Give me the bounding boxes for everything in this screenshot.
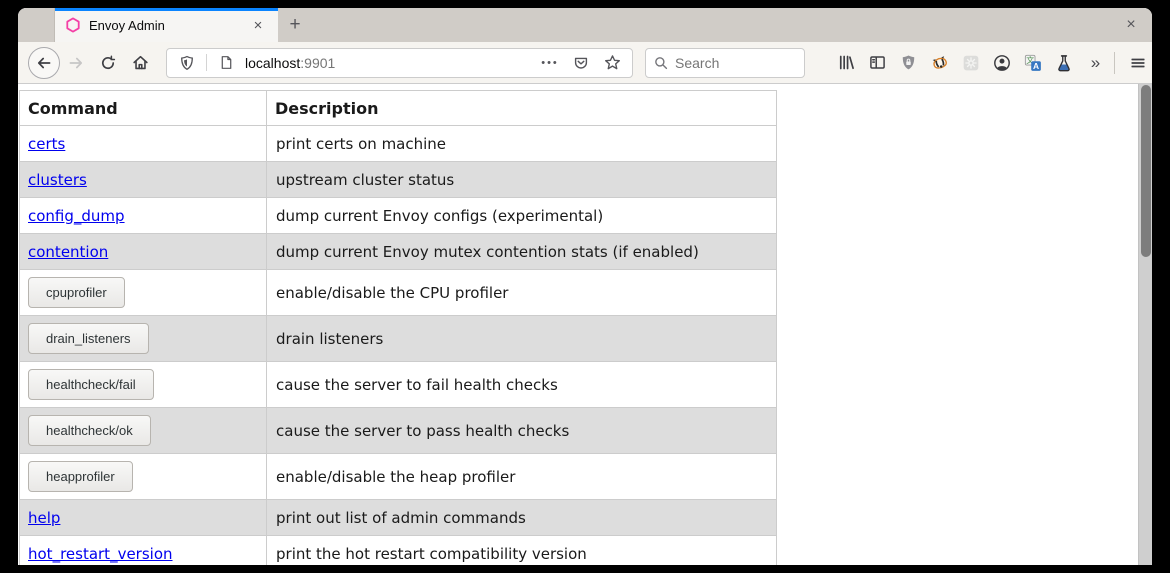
description-cell: enable/disable the CPU profiler bbox=[267, 270, 777, 316]
description-cell: dump current Envoy mutex contention stat… bbox=[267, 234, 777, 270]
account-icon[interactable] bbox=[986, 47, 1017, 79]
table-row: help print out list of admin commands bbox=[20, 500, 777, 536]
command-cell: heapprofiler bbox=[20, 454, 267, 500]
scrollbar[interactable] bbox=[1138, 84, 1152, 565]
home-icon[interactable] bbox=[124, 47, 156, 79]
toolbar-separator bbox=[1114, 52, 1115, 74]
page-info-icon[interactable] bbox=[214, 55, 238, 70]
bookmark-star-icon[interactable] bbox=[600, 54, 624, 71]
command-button-healthcheck/ok[interactable]: healthcheck/ok bbox=[28, 415, 151, 446]
forward-button[interactable] bbox=[60, 47, 92, 79]
description-cell: print the hot restart compatibility vers… bbox=[267, 536, 777, 566]
table-row: contention dump current Envoy mutex conte… bbox=[20, 234, 777, 270]
description-cell: print out list of admin commands bbox=[267, 500, 777, 536]
table-row: hot_restart_version print the hot restart… bbox=[20, 536, 777, 566]
table-row: healthcheck/fail cause the server to fail… bbox=[20, 362, 777, 408]
description-cell: drain listeners bbox=[267, 316, 777, 362]
urlbar-divider bbox=[206, 54, 207, 71]
search-input[interactable] bbox=[675, 55, 775, 71]
description-cell: cause the server to fail health checks bbox=[267, 362, 777, 408]
sidebar-toggle-icon[interactable] bbox=[862, 47, 893, 79]
command-button-heapprofiler[interactable]: heapprofiler bbox=[28, 461, 133, 492]
command-button-drain_listeners[interactable]: drain_listeners bbox=[28, 323, 149, 354]
library-icon[interactable] bbox=[831, 47, 862, 79]
titlebar-drag-spacer bbox=[18, 8, 55, 42]
table-row: heapprofiler enable/disable the heap prof… bbox=[20, 454, 777, 500]
table-row: config_dump dump current Envoy configs (e… bbox=[20, 198, 777, 234]
hamburger-menu-icon[interactable] bbox=[1119, 47, 1152, 79]
window-close-icon[interactable]: × bbox=[1110, 8, 1152, 42]
search-box bbox=[645, 48, 805, 78]
command-link-help[interactable]: help bbox=[28, 509, 60, 527]
pocket-icon[interactable] bbox=[569, 55, 593, 71]
shield-lock-extension-icon[interactable] bbox=[893, 47, 924, 79]
tab-envoy-admin[interactable]: Envoy Admin × bbox=[55, 8, 278, 42]
command-cell: clusters bbox=[20, 162, 267, 198]
command-cell: healthcheck/fail bbox=[20, 362, 267, 408]
command-cell: contention bbox=[20, 234, 267, 270]
reload-icon[interactable] bbox=[92, 47, 124, 79]
url-bar[interactable]: localhost:9901 ••• bbox=[166, 48, 633, 78]
command-link-clusters[interactable]: clusters bbox=[28, 171, 87, 189]
command-cell: cpuprofiler bbox=[20, 270, 267, 316]
command-link-certs[interactable]: certs bbox=[28, 135, 65, 153]
tab-title: Envoy Admin bbox=[89, 18, 240, 33]
table-row: healthcheck/ok cause the server to pass h… bbox=[20, 408, 777, 454]
command-link-hot_restart_version[interactable]: hot_restart_version bbox=[28, 545, 173, 563]
page-actions-icon[interactable]: ••• bbox=[538, 57, 562, 69]
url-host: localhost bbox=[245, 55, 300, 71]
back-button[interactable] bbox=[28, 47, 60, 79]
command-button-healthcheck/fail[interactable]: healthcheck/fail bbox=[28, 369, 154, 400]
table-row: drain_listeners drain listeners bbox=[20, 316, 777, 362]
flask-extension-icon[interactable] bbox=[1048, 47, 1079, 79]
table-header-row: Command Description bbox=[20, 91, 777, 126]
command-link-config_dump[interactable]: config_dump bbox=[28, 207, 125, 225]
tab-bar: Envoy Admin × + × bbox=[18, 8, 1152, 42]
command-button-cpuprofiler[interactable]: cpuprofiler bbox=[28, 277, 125, 308]
description-cell: upstream cluster status bbox=[267, 162, 777, 198]
table-row: cpuprofiler enable/disable the CPU profil… bbox=[20, 270, 777, 316]
description-cell: cause the server to pass health checks bbox=[267, 408, 777, 454]
tab-close-icon[interactable]: × bbox=[248, 17, 268, 34]
search-icon bbox=[654, 56, 668, 70]
new-tab-button[interactable]: + bbox=[278, 8, 312, 42]
navigation-toolbar: localhost:9901 ••• bbox=[18, 42, 1152, 84]
tracking-protection-shield-icon[interactable] bbox=[175, 55, 199, 71]
column-header-description: Description bbox=[267, 91, 777, 126]
command-link-contention[interactable]: contention bbox=[28, 243, 108, 261]
column-header-command: Command bbox=[20, 91, 267, 126]
command-cell: certs bbox=[20, 126, 267, 162]
toolbar-icons: 文 A » bbox=[831, 47, 1110, 79]
url-port: :9901 bbox=[300, 55, 335, 71]
scrollbar-thumb[interactable] bbox=[1141, 85, 1151, 257]
browser-window: Envoy Admin × + × bbox=[18, 8, 1152, 565]
admin-command-table: Command Description certs print certs on … bbox=[19, 90, 777, 565]
table-row: certs print certs on machine bbox=[20, 126, 777, 162]
command-cell: help bbox=[20, 500, 267, 536]
command-table-body: certs print certs on machine clusters upstr… bbox=[20, 126, 777, 566]
privacy-badger-extension-icon[interactable] bbox=[924, 47, 955, 79]
command-cell: hot_restart_version bbox=[20, 536, 267, 566]
description-cell: dump current Envoy configs (experimental… bbox=[267, 198, 777, 234]
description-cell: print certs on machine bbox=[267, 126, 777, 162]
page-content: Command Description certs print certs on … bbox=[18, 84, 1152, 565]
translate-extension-icon[interactable]: 文 A bbox=[1017, 47, 1048, 79]
table-row: clusters upstream cluster status bbox=[20, 162, 777, 198]
overflow-chevron-icon[interactable]: » bbox=[1079, 47, 1110, 79]
svg-text:A: A bbox=[1032, 60, 1038, 70]
command-cell: drain_listeners bbox=[20, 316, 267, 362]
disabled-extension-grid-icon[interactable] bbox=[955, 47, 986, 79]
command-cell: config_dump bbox=[20, 198, 267, 234]
command-cell: healthcheck/ok bbox=[20, 408, 267, 454]
url-text: localhost:9901 bbox=[245, 55, 531, 71]
envoy-favicon-icon bbox=[65, 17, 81, 33]
description-cell: enable/disable the heap profiler bbox=[267, 454, 777, 500]
